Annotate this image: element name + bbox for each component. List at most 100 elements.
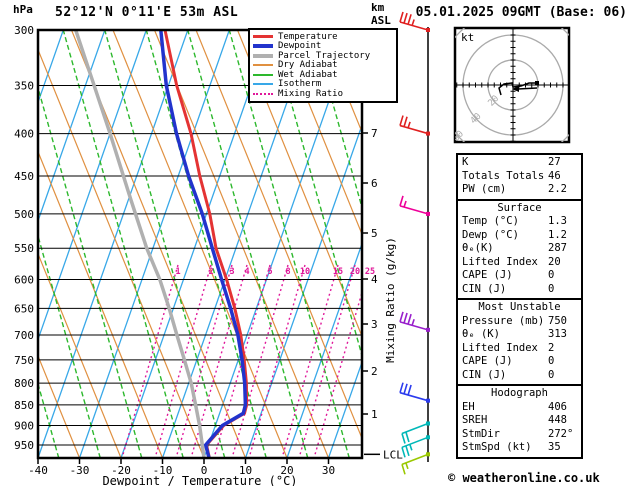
stat-row: CAPE (J) 0 <box>462 269 555 281</box>
wind-barb <box>399 195 430 216</box>
legend-swatch-isotherm <box>253 83 273 86</box>
pressure-tick-label: 300 <box>14 24 34 37</box>
stat-value: 1.2 <box>548 228 567 241</box>
pressure-unit-label: hPa <box>13 3 33 16</box>
stat-row: Totals Totals 46 <box>462 169 561 182</box>
altitude-tick-label: 7 <box>371 127 378 140</box>
altitude-tick-label: 2 <box>371 365 378 378</box>
mixing-ratio-value-label: 4 <box>244 267 249 277</box>
lcl-label: LCL <box>383 448 403 461</box>
station-title: 52°12'N 0°11'E 53m ASL <box>55 5 239 20</box>
stat-value: 406 <box>548 400 567 413</box>
legend-label: Dry Adiabat <box>278 60 338 71</box>
panel-title: Surface <box>497 201 542 214</box>
wind-barb <box>399 115 430 136</box>
hodograph-unit-label: kt <box>461 31 474 44</box>
wind-barb <box>399 311 430 332</box>
pressure-tick-label: 900 <box>14 420 34 433</box>
temp-tick-label: 30 <box>322 464 335 477</box>
legend-item: Wet Adiabat <box>253 70 393 80</box>
stats-panel-surface: Surface Temp (°C) 1.3 Dewp (°C) 1.2 θₑ(K) 287 L… <box>456 198 583 300</box>
wind-barb <box>401 421 430 444</box>
stats-panel-hodograph: Hodograph EH 406 SREH 448 StmDir 272° StmSpd (k… <box>456 384 583 459</box>
stat-value: 0 <box>548 269 555 281</box>
stat-row: PW (cm) 2.2 <box>462 183 567 195</box>
wind-barb <box>401 435 430 458</box>
stat-row: Lifted Index 20 <box>462 255 561 268</box>
altitude-unit-label: km ASL <box>371 1 391 27</box>
stat-row: CIN (J) 0 <box>462 282 555 295</box>
stat-row: EH 406 <box>462 400 567 413</box>
temp-tick-label: -30 <box>70 464 90 477</box>
altitude-tick-label: 4 <box>371 273 378 286</box>
stat-value: 0 <box>548 355 555 367</box>
pressure-tick-label: 600 <box>14 274 34 287</box>
pressure-tick-label: 800 <box>14 377 34 390</box>
legend-item: Temperature <box>253 32 393 42</box>
stat-value: 448 <box>548 414 567 426</box>
pressure-tick-label: 550 <box>14 242 34 255</box>
pressure-tick-label: 700 <box>14 329 34 342</box>
legend-swatch-dry-adiabat <box>253 64 273 67</box>
pressure-tick-label: 350 <box>14 79 34 92</box>
mixing-ratio-value-label: 20 <box>350 267 360 277</box>
hodograph-trace-end-marker <box>535 81 539 85</box>
stat-row: CAPE (J) 0 <box>462 355 555 367</box>
pressure-tick-label: 850 <box>14 399 34 412</box>
stat-row: θₑ(K) 287 <box>462 242 567 254</box>
wind-barb <box>401 452 430 475</box>
legend-label: Dewpoint <box>278 41 322 52</box>
mixing-ratio-line <box>121 264 179 458</box>
stats-panel-most-unstable: Most Unstable Pressure (mb) 750 θₑ (K) 313 Li… <box>456 298 583 386</box>
mixing-axis-label: Mixing Ratio (g/kg) <box>384 237 397 363</box>
altitude-tick-label: 5 <box>371 227 378 240</box>
mixing-ratio-value-label: 10 <box>300 267 310 277</box>
stat-row: θₑ (K) 313 <box>462 328 567 340</box>
altitude-tick-label: 3 <box>371 318 378 331</box>
mixing-ratio-value-label: 3 <box>229 267 234 277</box>
legend-swatch-temperature <box>253 35 273 39</box>
pressure-tick-label: 500 <box>14 208 34 221</box>
legend-label: Mixing Ratio <box>278 88 344 99</box>
stat-value: 0 <box>548 282 555 295</box>
legend-label: Parcel Trajectory <box>278 50 371 61</box>
stat-value: 750 <box>548 314 567 327</box>
stat-row: Pressure (mb) 750 <box>462 314 567 327</box>
stat-value: 27 <box>548 156 561 168</box>
legend-item: Dry Adiabat <box>253 60 393 71</box>
stat-value: 0 <box>548 368 555 381</box>
stat-value: 46 <box>548 169 561 182</box>
copyright: © weatheronline.co.uk <box>448 471 600 485</box>
stat-row: Lifted Index 2 <box>462 341 555 354</box>
stat-row: K 27 <box>462 156 561 168</box>
pressure-tick-label: 450 <box>14 170 34 183</box>
legend-item: Isotherm <box>253 79 393 90</box>
mixing-ratio-value-label: 15 <box>333 267 343 277</box>
legend-swatch-parcel-trajectory <box>253 53 273 58</box>
stat-row: StmSpd (kt) 35 <box>462 441 561 453</box>
stat-value: 2 <box>548 341 555 354</box>
altitude-unit-asl: ASL <box>371 14 391 27</box>
stat-value: 272° <box>548 427 574 440</box>
stat-row: Temp (°C) 1.3 <box>462 215 567 227</box>
dewpoint-curve <box>159 30 248 458</box>
stats-panel: K 27 Totals Totals 46 PW (cm) 2.2 <box>456 153 583 201</box>
stat-value: 20 <box>548 255 561 268</box>
x-axis-title: Dewpoint / Temperature (°C) <box>102 474 297 486</box>
legend-label: Isotherm <box>278 79 322 90</box>
legend-swatch-mixing-ratio <box>253 92 273 95</box>
stats-panels: K 27 Totals Totals 46 PW (cm) 2.2 Surface Temp … <box>456 153 583 459</box>
legend-item: Parcel Trajectory <box>253 51 393 61</box>
pressure-tick-label: 950 <box>14 439 34 452</box>
altitude-tick-label: 6 <box>371 177 378 190</box>
mixing-ratio-line <box>298 264 356 458</box>
stat-value: 2.2 <box>548 183 567 195</box>
storm-motion-arrow <box>517 87 538 90</box>
legend-swatch-wet-adiabat <box>253 73 273 76</box>
datetime-label: 05.01.2025 09GMT (Base: 06) <box>415 5 627 20</box>
wind-barb <box>399 382 430 403</box>
stat-value: 287 <box>548 242 567 254</box>
stat-value: 313 <box>548 328 567 340</box>
chart-legend: Temperature Dewpoint Parcel Trajectory Dry … <box>248 28 398 103</box>
altitude-tick-label: 1 <box>371 408 378 421</box>
